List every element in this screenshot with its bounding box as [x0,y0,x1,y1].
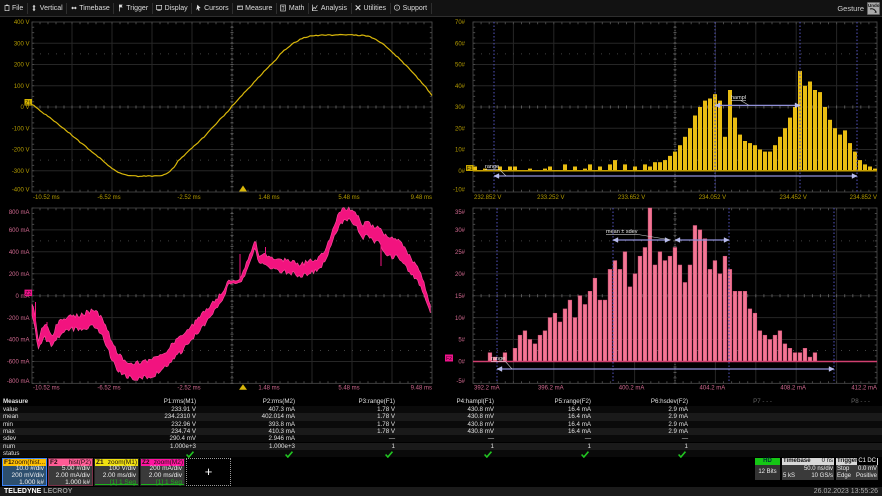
svg-text:400 V: 400 V [14,20,30,26]
svg-text:-400 V: -400 V [12,188,30,194]
svg-text:30#: 30# [455,105,466,111]
svg-text:-10.52 ms: -10.52 ms [33,195,60,201]
svg-text:300 V: 300 V [14,42,30,48]
svg-text:i: i [396,5,398,10]
svg-text:Z1: Z1 [25,100,31,106]
svg-text:range: range [485,164,499,170]
svg-text:9.48 ms: 9.48 ms [411,195,432,201]
svg-text:200 mA: 200 mA [9,272,30,278]
svg-text:400 mA: 400 mA [9,250,30,256]
svg-text:234.852 V: 234.852 V [850,195,877,201]
svg-text:5.48 ms: 5.48 ms [338,195,359,201]
svg-text:-200 V: -200 V [12,148,30,154]
svg-text:25#: 25# [455,250,466,256]
svg-text:400.2 mA: 400.2 mA [619,386,645,392]
svg-text:0#: 0# [458,360,465,366]
svg-text:range: range [491,356,505,362]
svg-text:800 mA: 800 mA [9,210,30,216]
svg-text:mean ± sdev: mean ± sdev [606,229,638,235]
svg-text:234.052 V: 234.052 V [699,195,726,201]
svg-text:0#: 0# [458,169,465,175]
svg-text:200 V: 200 V [14,63,30,69]
svg-text:35#: 35# [455,210,466,216]
svg-text:100 V: 100 V [14,84,30,90]
svg-text:20#: 20# [455,272,466,278]
svg-text:392.2 mA: 392.2 mA [474,386,500,392]
svg-text:-2.52 ms: -2.52 ms [177,386,200,392]
svg-text:-2.52 ms: -2.52 ms [177,195,200,201]
svg-text:40#: 40# [455,84,466,90]
svg-text:396.2 mA: 396.2 mA [538,386,564,392]
svg-text:hampl: hampl [731,95,746,101]
svg-text:9.48 ms: 9.48 ms [411,386,432,392]
svg-text:408.2 mA: 408.2 mA [780,386,806,392]
svg-text:234.452 V: 234.452 V [780,195,807,201]
svg-text:-600 mA: -600 mA [7,360,30,366]
svg-text:404.2 mA: 404.2 mA [700,386,726,392]
svg-text:-200 mA: -200 mA [7,316,30,322]
svg-text:-6.52 ms: -6.52 ms [97,195,120,201]
svg-text:-5#: -5# [456,379,465,385]
svg-text:-800 mA: -800 mA [7,379,30,385]
svg-text:-100 V: -100 V [12,126,30,132]
svg-text:10#: 10# [455,316,466,322]
svg-text:F1: F1 [467,166,473,172]
svg-text:20#: 20# [455,126,466,132]
svg-text:15#: 15# [455,294,466,300]
svg-text:1.48 ms: 1.48 ms [258,195,279,201]
svg-text:5#: 5# [458,338,465,344]
svg-text:412.2 mA: 412.2 mA [851,386,877,392]
svg-text:-10#: -10# [453,188,466,194]
svg-text:-6.52 ms: -6.52 ms [97,386,120,392]
svg-text:60#: 60# [455,42,466,48]
svg-text:600 mA: 600 mA [9,228,30,234]
svg-text:-300 V: -300 V [12,169,30,175]
svg-text:-10.52 ms: -10.52 ms [33,386,60,392]
svg-text:-400 mA: -400 mA [7,338,30,344]
svg-text:F2: F2 [446,356,452,362]
svg-text:30#: 30# [455,228,466,234]
svg-text:50#: 50# [455,63,466,69]
svg-text:233.652 V: 233.652 V [618,195,645,201]
svg-text:233.252 V: 233.252 V [537,195,564,201]
svg-text:5.48 ms: 5.48 ms [338,386,359,392]
svg-text:70#: 70# [455,20,466,26]
svg-text:1.48 ms: 1.48 ms [258,386,279,392]
svg-text:Z2: Z2 [25,291,31,297]
svg-text:232.852 V: 232.852 V [474,195,501,201]
svg-text:10#: 10# [455,148,466,154]
